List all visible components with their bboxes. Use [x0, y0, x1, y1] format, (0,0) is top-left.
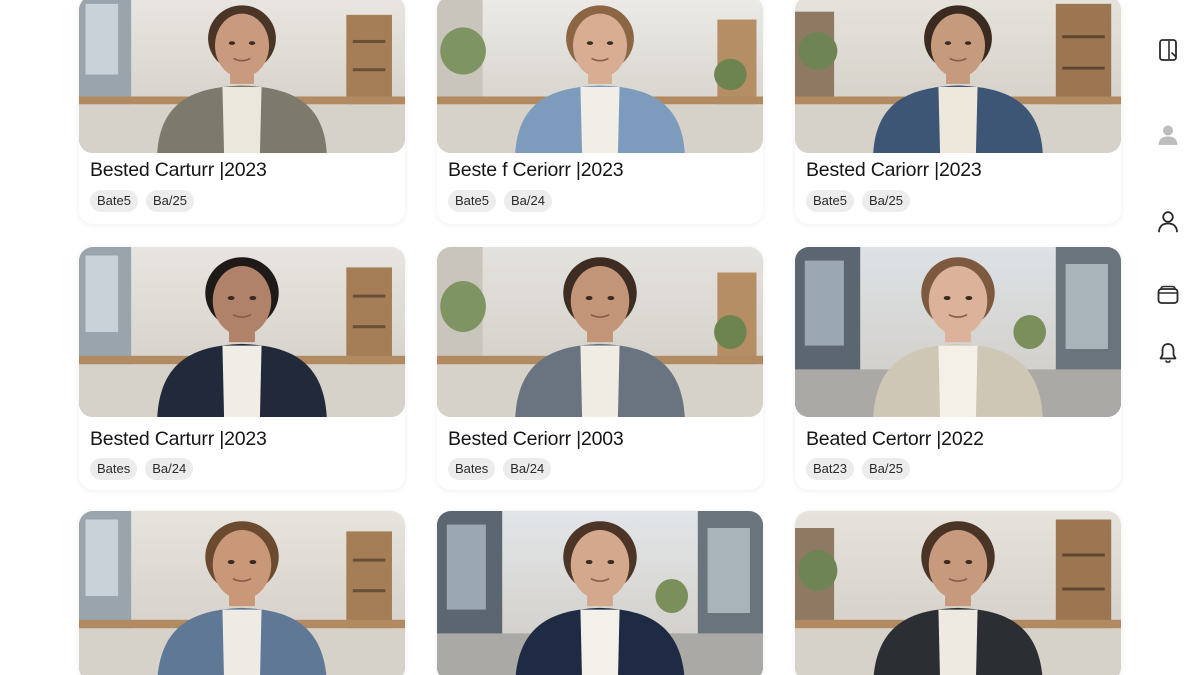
card-title: Bested Cariorr |2023 — [806, 159, 982, 181]
card-tags: Bat23 Ba/25 — [806, 458, 910, 480]
profile-card[interactable] — [437, 511, 763, 675]
tag-chip[interactable]: Ba/25 — [861, 458, 910, 480]
profile-photo[interactable] — [79, 247, 405, 417]
tag-chip[interactable]: Ba/24 — [145, 458, 194, 480]
profile-card[interactable]: Bested Cariorr |2023 Bate5 Ba/25 — [795, 0, 1121, 224]
card-title: Beated Certorr |2022 — [806, 428, 984, 450]
profile-card[interactable]: Bested Carturr |2023 Bate5 Ba/25 — [79, 0, 405, 224]
tag-chip[interactable]: Ba/25 — [145, 190, 194, 212]
card-tags: Bate5 Ba/24 — [448, 190, 552, 212]
card-title: Bested Carturr |2023 — [90, 159, 267, 181]
tag-chip[interactable]: Bate5 — [90, 190, 138, 212]
profile-photo[interactable] — [437, 247, 763, 417]
profile-card[interactable]: Beste f Ceriorr |2023 Bate5 Ba/24 — [437, 0, 763, 224]
tag-chip[interactable]: Ba/24 — [503, 190, 552, 212]
tag-chip[interactable]: Bate5 — [448, 190, 496, 212]
account-button[interactable] — [1152, 118, 1184, 150]
tablet-icon — [1159, 39, 1177, 61]
tag-chip[interactable]: Bate5 — [806, 190, 854, 212]
profile-card[interactable] — [79, 511, 405, 675]
right-toolbar — [1148, 0, 1188, 675]
folder-button[interactable] — [1152, 279, 1184, 311]
bell-icon — [1159, 343, 1177, 363]
card-tags: Bates Ba/24 — [90, 458, 194, 480]
tag-chip[interactable]: Ba/24 — [503, 458, 552, 480]
profile-photo[interactable] — [437, 0, 763, 153]
profile-photo[interactable] — [795, 0, 1121, 153]
folder-icon — [1157, 285, 1179, 304]
profile-photo[interactable] — [79, 511, 405, 675]
card-title: Beste f Ceriorr |2023 — [448, 159, 624, 181]
tag-chip[interactable]: Bates — [448, 458, 496, 480]
profile-photo[interactable] — [795, 511, 1121, 675]
profile-photo[interactable] — [437, 511, 763, 675]
profile-card[interactable] — [795, 511, 1121, 675]
profile-card[interactable]: Bested Ceriorr |2003 Bates Ba/24 — [437, 247, 763, 490]
gallery-page: Bested Carturr |2023 Bate5 Ba/25 Beste f C… — [0, 0, 1200, 675]
tablet-button[interactable] — [1152, 34, 1184, 66]
profile-card[interactable]: Bested Carturr |2023 Bates Ba/24 — [79, 247, 405, 490]
tag-chip[interactable]: Bates — [90, 458, 138, 480]
card-tags: Bate5 Ba/25 — [806, 190, 910, 212]
notifications-button[interactable] — [1152, 337, 1184, 369]
tag-chip[interactable]: Ba/25 — [861, 190, 910, 212]
card-title: Bested Ceriorr |2003 — [448, 428, 624, 450]
profile-icon — [1158, 211, 1178, 233]
user-avatar-icon — [1158, 125, 1178, 145]
profile-photo[interactable] — [795, 247, 1121, 417]
profile-grid: Bested Carturr |2023 Bate5 Ba/25 Beste f C… — [79, 0, 1121, 675]
profile-photo[interactable] — [79, 0, 405, 153]
tag-chip[interactable]: Bat23 — [806, 458, 854, 480]
card-tags: Bates Ba/24 — [448, 458, 552, 480]
card-tags: Bate5 Ba/25 — [90, 190, 194, 212]
profile-card[interactable]: Beated Certorr |2022 Bat23 Ba/25 — [795, 247, 1121, 490]
card-title: Bested Carturr |2023 — [90, 428, 267, 450]
profile-button[interactable] — [1152, 205, 1184, 237]
